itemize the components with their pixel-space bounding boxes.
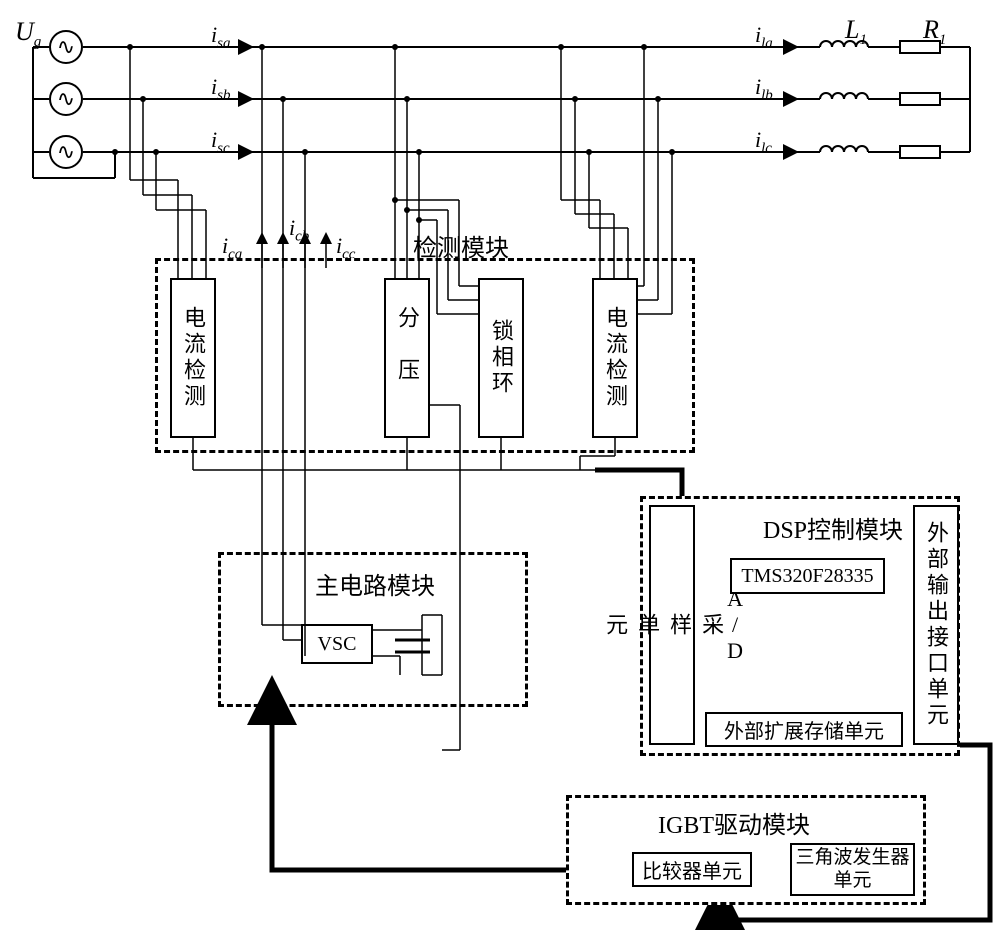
ext-storage-unit: 外部扩展存储单元 — [705, 712, 903, 747]
ac-source-c — [49, 135, 83, 169]
main-circuit-title: 主电路模块 — [315, 566, 435, 601]
label-ug: Ug — [15, 17, 41, 51]
label-icb: icb — [289, 215, 309, 245]
label-ila: ila — [755, 22, 773, 52]
dsp-chip: TMS320F28335 — [730, 558, 885, 594]
label-ilc: ilc — [755, 127, 772, 157]
label-R1: R1 — [923, 15, 946, 49]
comparator-unit: 比较器单元 — [632, 852, 752, 887]
label-isb: isb — [211, 74, 230, 104]
current-detection-2: 电流检测 — [592, 278, 638, 438]
igbt-module-title: IGBT驱动模块 — [658, 805, 810, 840]
ext-output-unit: 外部输出接口单元 — [913, 505, 959, 745]
pll: 锁相环 — [478, 278, 524, 438]
dsp-module-title: DSP控制模块 — [763, 510, 903, 545]
label-isa: isa — [211, 22, 230, 52]
detection-module-title: 检测模块 — [413, 228, 509, 263]
label-ilb: ilb — [755, 74, 773, 104]
current-detection-1: 电流检测 — [170, 278, 216, 438]
ac-source-b — [49, 82, 83, 116]
ad-sampling-unit: A/DA/D采样单元采样单元 — [649, 505, 695, 745]
label-isc: isc — [211, 127, 230, 157]
ac-source-a — [49, 30, 83, 64]
voltage-divider: 分压 — [384, 278, 430, 438]
triangle-generator-unit: 三角波发生器单元 — [790, 843, 915, 896]
label-L1: L1 — [845, 15, 867, 49]
vsc: VSC — [301, 624, 373, 664]
